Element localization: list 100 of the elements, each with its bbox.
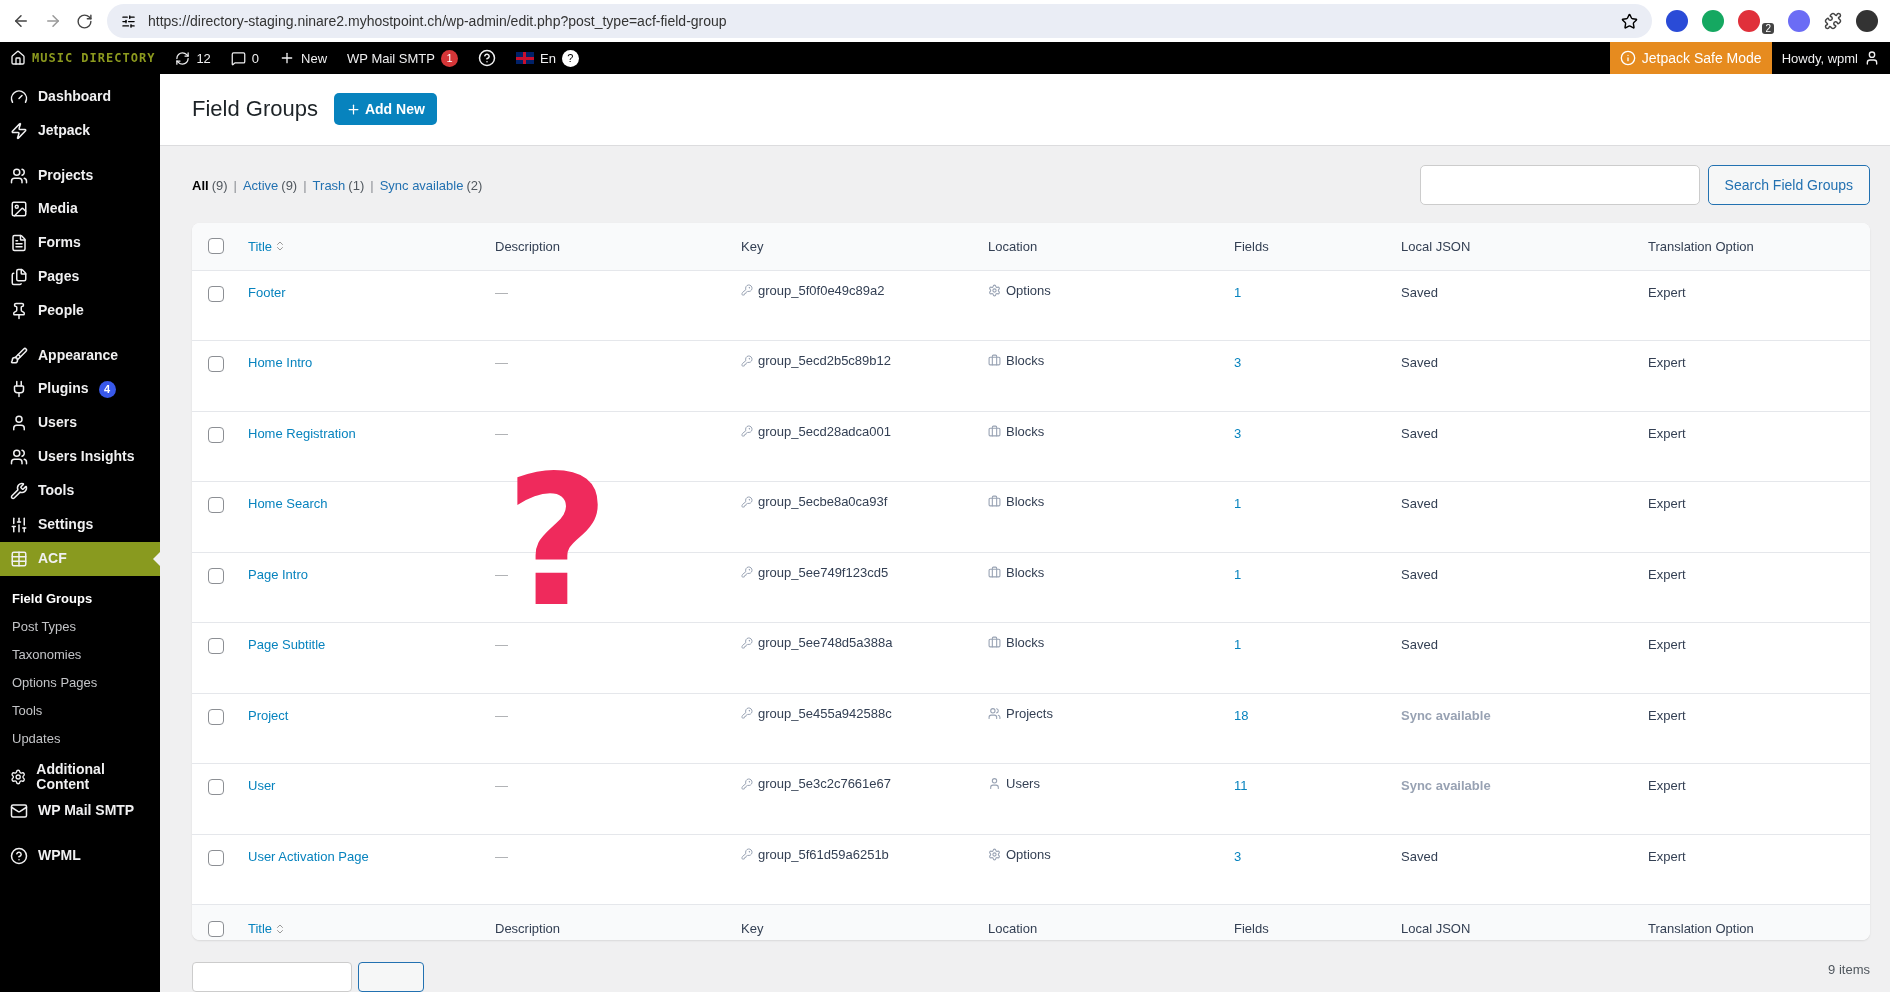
row-checkbox[interactable] bbox=[208, 567, 224, 584]
title-link[interactable]: User Activation Page bbox=[248, 848, 369, 864]
fields-link[interactable]: 1 bbox=[1234, 566, 1242, 582]
menu-item[interactable]: Media bbox=[0, 192, 160, 226]
extension-icon[interactable] bbox=[1702, 10, 1725, 32]
language-link[interactable]: En ? bbox=[506, 42, 589, 74]
profile-avatar[interactable] bbox=[1856, 10, 1878, 32]
title-link[interactable]: Project bbox=[248, 707, 289, 723]
menu-item[interactable]: Dashboard bbox=[0, 80, 160, 114]
menu-item[interactable]: Users Insights bbox=[0, 440, 160, 474]
address-bar[interactable]: https://directory-staging.ninare2.myhostpoint.ch/wp-admin/edit.php?post_type=acf-field-group bbox=[107, 4, 1653, 38]
add-new-button[interactable]: Add New bbox=[333, 93, 437, 126]
row-checkbox[interactable] bbox=[208, 356, 224, 373]
puzzle-icon[interactable] bbox=[1824, 12, 1842, 30]
filter-link[interactable]: Sync available bbox=[379, 177, 464, 193]
menu-item[interactable]: Additional Content bbox=[0, 760, 160, 794]
menu-item[interactable]: WP Mail SMTP bbox=[0, 794, 160, 828]
help-badge[interactable]: ? bbox=[561, 49, 579, 67]
select-all-checkbox[interactable] bbox=[208, 238, 224, 255]
title-link[interactable]: Page Subtitle bbox=[248, 637, 326, 653]
extension-icon[interactable] bbox=[1738, 10, 1761, 32]
reload-icon[interactable] bbox=[76, 12, 93, 30]
submenu-item[interactable]: Field Groups bbox=[0, 584, 160, 612]
submenu-item[interactable]: Options Pages bbox=[0, 668, 160, 696]
menu-item[interactable]: Jetpack bbox=[0, 114, 160, 148]
description-cell: — bbox=[495, 778, 508, 794]
menu-item[interactable]: Plugins 4 bbox=[0, 372, 160, 406]
help-circle-icon bbox=[10, 846, 28, 865]
fields-link[interactable]: 1 bbox=[1234, 496, 1242, 512]
menu-item[interactable]: Appearance bbox=[0, 328, 160, 372]
title-link[interactable]: Home Search bbox=[248, 496, 328, 512]
menu-item[interactable]: Projects bbox=[0, 148, 160, 192]
submenu-item[interactable]: Updates bbox=[0, 724, 160, 752]
bolt-icon bbox=[10, 122, 28, 140]
forward-icon[interactable] bbox=[44, 12, 62, 30]
filter-link[interactable]: All bbox=[192, 177, 209, 193]
image-icon bbox=[10, 200, 28, 218]
question-mark: ? bbox=[505, 462, 610, 622]
fields-link[interactable]: 1 bbox=[1234, 284, 1242, 300]
column-header: Description bbox=[495, 921, 562, 937]
select-all-checkbox[interactable] bbox=[208, 920, 224, 937]
bookmark-star-icon[interactable] bbox=[1621, 12, 1639, 30]
key-icon bbox=[741, 495, 753, 508]
row-checkbox[interactable] bbox=[208, 638, 224, 655]
gauge-icon bbox=[10, 88, 28, 106]
new-link[interactable]: New bbox=[269, 42, 338, 74]
translation-cell: Expert bbox=[1648, 707, 1686, 723]
submenu-item[interactable]: Taxonomies bbox=[0, 640, 160, 668]
fields-link[interactable]: 3 bbox=[1234, 848, 1242, 864]
menu-item[interactable]: Pages bbox=[0, 260, 160, 294]
column-header[interactable]: Title bbox=[248, 921, 273, 937]
row-checkbox[interactable] bbox=[208, 497, 224, 514]
title-link[interactable]: Home Intro bbox=[248, 355, 313, 371]
description-cell: — bbox=[495, 848, 508, 864]
back-icon[interactable] bbox=[12, 12, 30, 30]
key-cell: group_5ecd2b5c89b12 bbox=[758, 353, 891, 369]
title-link[interactable]: Home Registration bbox=[248, 425, 356, 441]
title-link[interactable]: User bbox=[248, 778, 276, 794]
fields-link[interactable]: 18 bbox=[1234, 707, 1249, 723]
site-settings-icon[interactable] bbox=[121, 13, 136, 29]
description-cell: — bbox=[495, 566, 508, 582]
search-field[interactable] bbox=[1419, 165, 1700, 206]
account-link[interactable]: Howdy, wpml bbox=[1771, 42, 1890, 74]
menu-item[interactable]: Users bbox=[0, 406, 160, 440]
description-cell: — bbox=[495, 707, 508, 723]
title-link[interactable]: Footer bbox=[248, 284, 286, 300]
title-link[interactable]: Page Intro bbox=[248, 566, 308, 582]
fields-link[interactable]: 3 bbox=[1234, 355, 1242, 371]
smtp-link[interactable]: WP Mail SMTP 1 bbox=[337, 42, 468, 74]
local-json-cell: Saved bbox=[1401, 425, 1438, 441]
menu-item[interactable]: WPML bbox=[0, 828, 160, 872]
extension-icon[interactable] bbox=[1788, 10, 1810, 32]
info-icon bbox=[1619, 50, 1636, 66]
row-checkbox[interactable] bbox=[208, 708, 224, 725]
fields-link[interactable]: 1 bbox=[1234, 637, 1242, 653]
column-header[interactable]: Title bbox=[248, 238, 273, 254]
menu-item[interactable]: Tools bbox=[0, 474, 160, 508]
fields-link[interactable]: 3 bbox=[1234, 425, 1242, 441]
apply-button[interactable] bbox=[358, 962, 424, 992]
local-json-cell: Saved bbox=[1401, 566, 1438, 582]
menu-item[interactable]: Forms bbox=[0, 226, 160, 260]
search-button[interactable]: Search Field Groups bbox=[1707, 165, 1870, 206]
filter-link[interactable]: Trash bbox=[312, 177, 346, 193]
key-icon bbox=[741, 354, 753, 367]
extension-icon[interactable] bbox=[1666, 10, 1689, 32]
submenu-item[interactable]: Tools bbox=[0, 696, 160, 724]
mail-icon bbox=[10, 802, 28, 820]
row-checkbox[interactable] bbox=[208, 285, 224, 302]
filter-link[interactable]: Active bbox=[242, 177, 279, 193]
user-icon bbox=[988, 777, 1001, 791]
row-checkbox[interactable] bbox=[208, 849, 224, 866]
fields-link[interactable]: 11 bbox=[1234, 778, 1248, 794]
comments-link[interactable]: 0 bbox=[220, 42, 270, 74]
menu-item[interactable]: Settings bbox=[0, 508, 160, 542]
menu-item[interactable]: People bbox=[0, 294, 160, 328]
row-checkbox[interactable] bbox=[208, 426, 224, 443]
row-checkbox[interactable] bbox=[208, 779, 224, 796]
site-link[interactable]: MUSIC DIRECTORY bbox=[0, 42, 166, 74]
submenu-item[interactable]: Post Types bbox=[0, 612, 160, 640]
updates-link[interactable]: 12 bbox=[165, 42, 221, 74]
